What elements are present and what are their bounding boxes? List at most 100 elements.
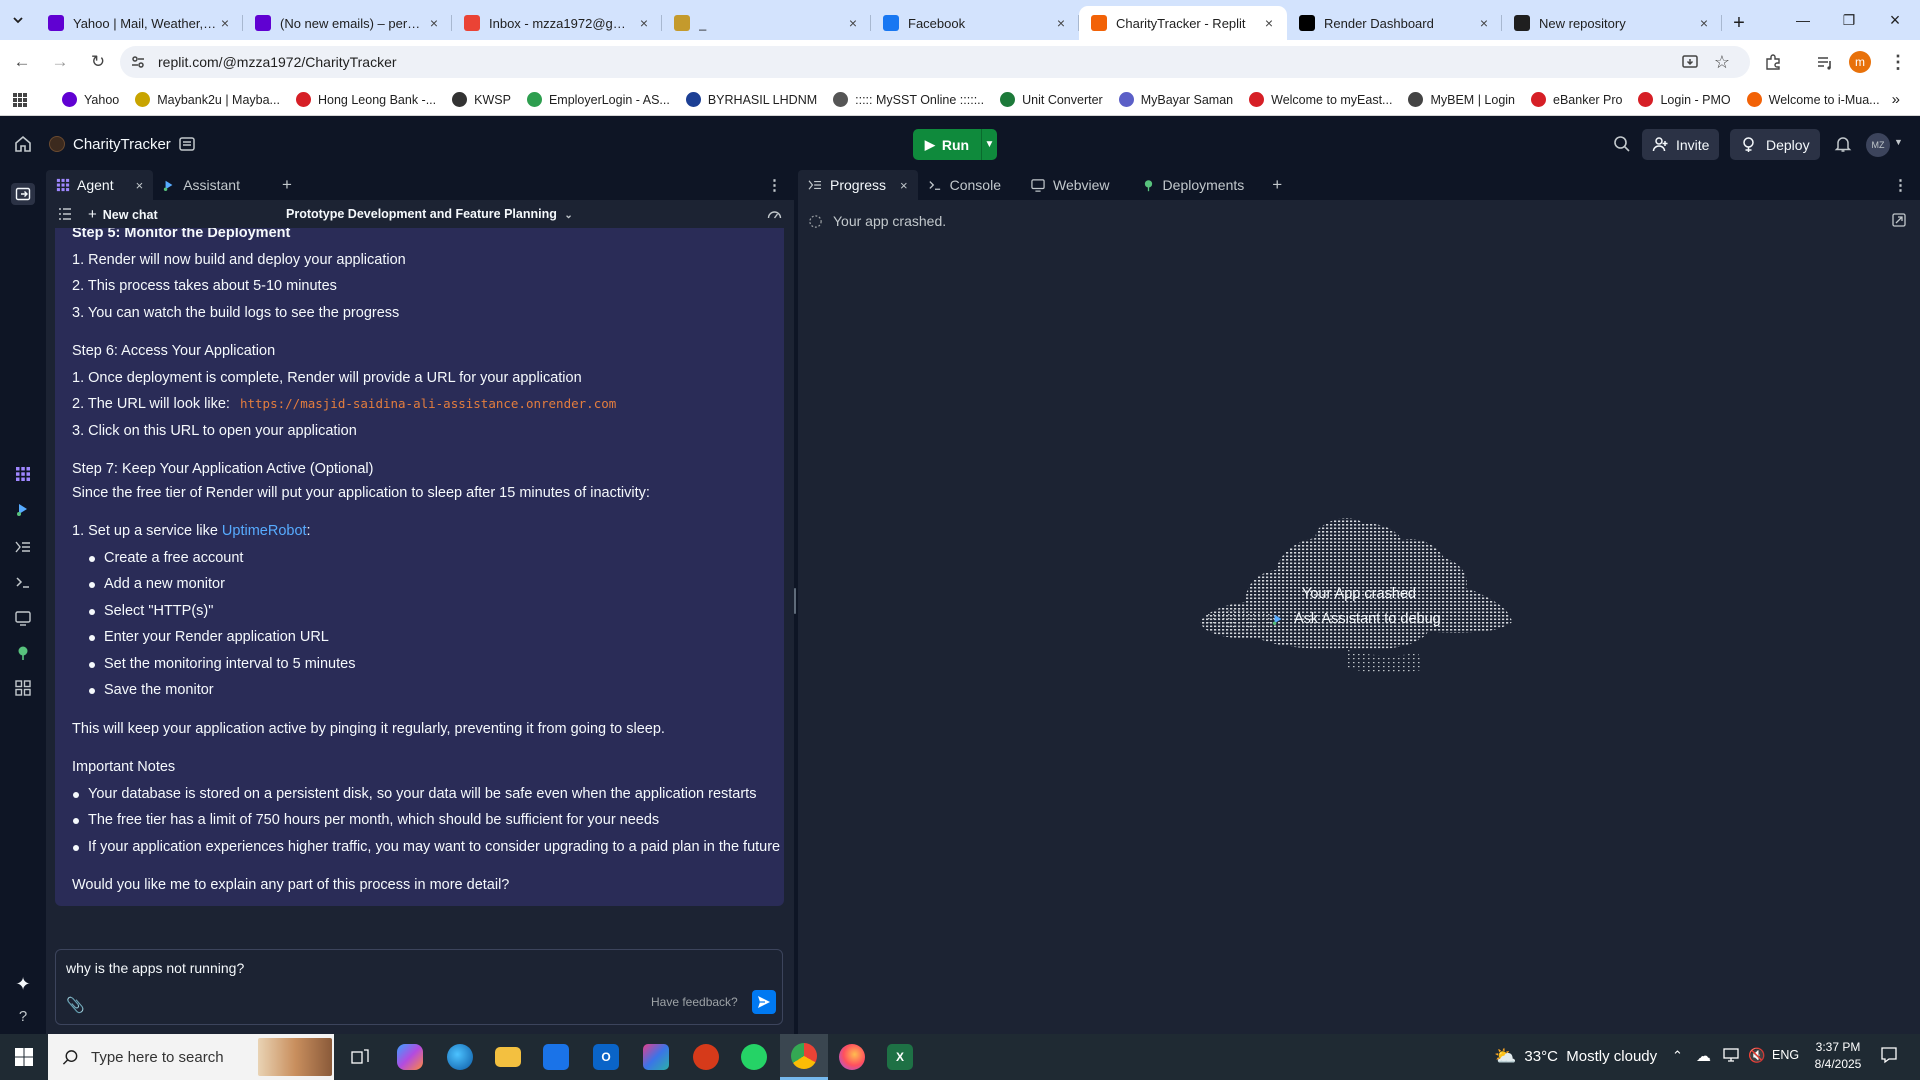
avatar-chevron-icon[interactable]: ▼: [1894, 137, 1903, 147]
browser-tab[interactable]: Yahoo | Mail, Weather, Se ×: [36, 6, 243, 40]
bookmark-item[interactable]: Unit Converter: [1000, 92, 1103, 107]
tab-progress[interactable]: Progress ×: [798, 170, 918, 200]
chat-title[interactable]: Prototype Development and Feature Planni…: [286, 207, 573, 221]
speed-gauge-icon[interactable]: [767, 207, 782, 220]
add-tab-button[interactable]: +: [1262, 170, 1292, 200]
add-tab-button[interactable]: +: [272, 170, 302, 200]
open-external-icon[interactable]: [1892, 213, 1906, 227]
new-tab-button[interactable]: +: [1722, 6, 1756, 40]
new-chat-button[interactable]: + New chat: [88, 206, 158, 223]
language-indicator[interactable]: ENG: [1772, 1048, 1799, 1062]
bookmark-item[interactable]: eBanker Pro: [1531, 92, 1622, 107]
close-tab-icon[interactable]: ×: [217, 15, 233, 31]
close-tab-icon[interactable]: ×: [1053, 15, 1069, 31]
bookmark-item[interactable]: MyBEM | Login: [1408, 92, 1515, 107]
show-hidden-icons[interactable]: ⌃: [1672, 1048, 1683, 1064]
project-name[interactable]: CharityTracker: [73, 136, 171, 153]
debug-with-assistant-button[interactable]: Ask Assistant to debug: [1272, 611, 1441, 627]
reload-button[interactable]: ↻: [82, 46, 114, 78]
bookmark-item[interactable]: MyBayar Saman: [1118, 92, 1233, 107]
bookmark-item[interactable]: Maybank2u | Mayba...: [135, 92, 280, 107]
microsoft-365-icon[interactable]: [632, 1034, 680, 1080]
install-app-icon[interactable]: [1674, 46, 1706, 78]
bookmark-item[interactable]: BYRHASIL LHDNM: [685, 92, 817, 107]
bookmark-item[interactable]: KWSP: [452, 92, 511, 107]
bookmark-item[interactable]: Welcome to myEast...: [1249, 92, 1392, 107]
address-bar[interactable]: replit.com/@mzza1972/CharityTracker: [120, 46, 1750, 78]
bookmark-item[interactable]: Login - PMO: [1638, 92, 1731, 107]
chat-input[interactable]: why is the apps not running?: [66, 960, 244, 976]
task-view-icon[interactable]: [336, 1034, 384, 1080]
progress-tool-icon[interactable]: [12, 536, 34, 558]
run-options-button[interactable]: ▼: [981, 129, 997, 160]
excel-icon[interactable]: X: [876, 1034, 924, 1080]
copilot-icon[interactable]: [386, 1034, 434, 1080]
uptimerobot-link[interactable]: UptimeRobot: [222, 523, 307, 539]
browser-tab[interactable]: New repository ×: [1502, 6, 1722, 40]
more-bookmarks-icon[interactable]: »: [1892, 91, 1900, 108]
run-button[interactable]: ▶ Run: [913, 129, 981, 160]
microsoft-store-icon[interactable]: [532, 1034, 580, 1080]
close-tab-icon[interactable]: ×: [845, 15, 861, 31]
bookmark-item[interactable]: EmployerLogin - AS...: [526, 92, 670, 107]
onedrive-cloud-icon[interactable]: ☁: [1696, 1047, 1711, 1065]
help-icon[interactable]: ?: [12, 1005, 34, 1027]
browser-tab[interactable]: Inbox - mzza1972@gmail ×: [452, 6, 662, 40]
webview-tool-icon[interactable]: [12, 607, 34, 629]
chat-history-icon[interactable]: [58, 208, 72, 220]
sparkle-icon[interactable]: ✦: [12, 973, 34, 995]
edge-icon[interactable]: [436, 1034, 484, 1080]
send-button[interactable]: [752, 990, 776, 1014]
deploy-button[interactable]: Deploy: [1730, 129, 1820, 160]
all-tools-icon[interactable]: [12, 677, 34, 699]
tab-console[interactable]: Console: [918, 170, 1011, 200]
firefox-icon[interactable]: [828, 1034, 876, 1080]
browser-tab[interactable]: Render Dashboard ×: [1287, 6, 1502, 40]
outlook-icon[interactable]: O: [582, 1034, 630, 1080]
files-toggle-icon[interactable]: [11, 183, 35, 205]
profile-avatar[interactable]: m: [1844, 46, 1876, 78]
restore-button[interactable]: ❐: [1826, 0, 1872, 40]
forward-button[interactable]: →: [44, 46, 76, 78]
close-tab-icon[interactable]: ×: [900, 178, 908, 193]
browser-tab[interactable]: (No new emails) – perund ×: [243, 6, 452, 40]
back-button[interactable]: ←: [6, 46, 38, 78]
media-app-icon[interactable]: [682, 1034, 730, 1080]
media-control-icon[interactable]: [1809, 46, 1841, 78]
apps-grid-icon[interactable]: [12, 92, 36, 108]
bookmark-item[interactable]: Welcome to i-Mua...: [1746, 92, 1880, 107]
browser-tab[interactable]: CharityTracker - Replit ×: [1079, 6, 1287, 40]
bookmark-item[interactable]: ::::: MySST Online :::::..: [833, 92, 984, 107]
pane-menu-icon[interactable]: ⋮: [767, 176, 782, 194]
extensions-icon[interactable]: [1757, 46, 1789, 78]
whatsapp-icon[interactable]: [730, 1034, 778, 1080]
volume-muted-icon[interactable]: 🔇: [1748, 1047, 1765, 1064]
browser-tab[interactable]: Facebook ×: [871, 6, 1079, 40]
agent-tool-icon[interactable]: [12, 463, 34, 485]
bookmark-item[interactable]: Hong Leong Bank -...: [295, 92, 436, 107]
browser-menu-icon[interactable]: ⋮: [1882, 46, 1914, 78]
close-tab-icon[interactable]: ×: [1476, 15, 1492, 31]
bookmark-item[interactable]: Yahoo: [62, 92, 119, 107]
windows-start-icon[interactable]: [0, 1034, 48, 1080]
file-explorer-icon[interactable]: [484, 1034, 532, 1080]
console-tool-icon[interactable]: [12, 571, 34, 593]
user-avatar[interactable]: MZ: [1866, 133, 1890, 157]
tab-search-button[interactable]: [0, 0, 36, 40]
invite-button[interactable]: Invite: [1642, 129, 1720, 160]
bookmark-star-icon[interactable]: ☆: [1706, 46, 1738, 78]
close-tab-icon[interactable]: ×: [1696, 15, 1712, 31]
close-tab-icon[interactable]: ×: [136, 178, 144, 193]
close-window-button[interactable]: ×: [1872, 0, 1918, 40]
notifications-bell-icon[interactable]: [1834, 135, 1852, 153]
chrome-icon[interactable]: [780, 1034, 828, 1080]
home-icon[interactable]: [14, 135, 32, 153]
taskbar-search-box[interactable]: Type here to search: [48, 1034, 334, 1080]
close-tab-icon[interactable]: ×: [1261, 15, 1277, 31]
search-icon[interactable]: [1613, 135, 1631, 153]
minimize-button[interactable]: —: [1780, 0, 1826, 40]
feedback-link[interactable]: Have feedback?: [651, 995, 738, 1009]
clock[interactable]: 3:37 PM 8/4/2025: [1808, 1039, 1868, 1073]
browser-tab[interactable]: _ ×: [662, 6, 871, 40]
weather-widget[interactable]: ⛅ 33°C Mostly cloudy: [1494, 1046, 1657, 1067]
